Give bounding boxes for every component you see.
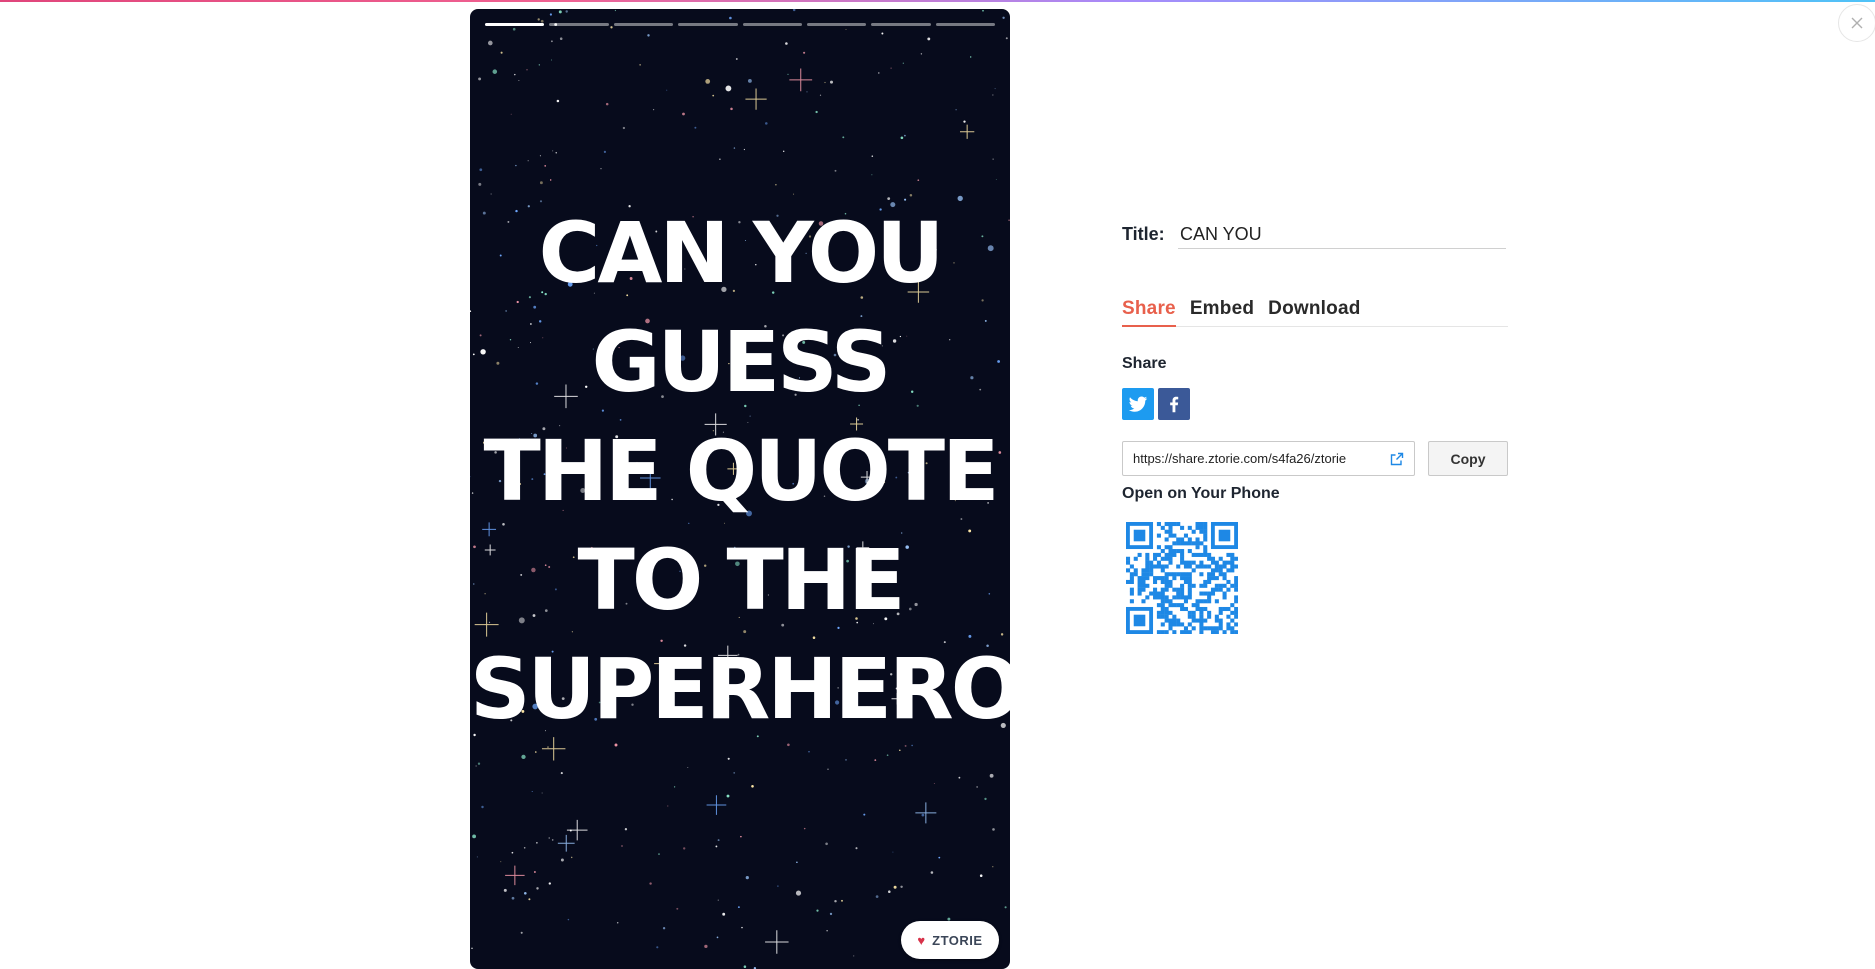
tab-embed[interactable]: Embed	[1190, 297, 1254, 327]
story-preview[interactable]: CAN YOU GUESS THE QUOTE TO THE SUPERHERO…	[470, 9, 1010, 969]
progress-segment	[549, 23, 609, 26]
story-title-line: CAN YOU	[538, 204, 945, 302]
story-title-line: GUESS	[591, 313, 892, 411]
story-title: CAN YOU GUESS THE QUOTE TO THE SUPERHERO…	[470, 199, 1010, 744]
open-on-phone-heading: Open on Your Phone	[1122, 485, 1280, 502]
story-title-line: SUPERHERO'	[470, 640, 1010, 738]
tab-share[interactable]: Share	[1122, 297, 1176, 327]
story-progress-bar	[485, 23, 995, 26]
share-heading: Share	[1122, 355, 1167, 372]
heart-icon: ♥	[917, 932, 926, 948]
progress-segment	[742, 23, 802, 26]
qr-code	[1126, 522, 1238, 634]
title-label: Title:	[1122, 224, 1165, 244]
copy-button[interactable]: Copy	[1428, 441, 1508, 476]
story-title-line: TO THE	[577, 531, 906, 629]
facebook-share-button[interactable]	[1158, 388, 1190, 420]
share-panel: Title: Share Embed Download Share https:…	[1122, 220, 1512, 634]
progress-segment	[935, 23, 995, 26]
social-buttons	[1122, 388, 1190, 420]
share-url-field[interactable]: https://share.ztorie.com/s4fa26/ztorie	[1122, 441, 1415, 476]
share-url-text[interactable]: https://share.ztorie.com/s4fa26/ztorie	[1133, 451, 1384, 466]
twitter-icon	[1128, 396, 1148, 412]
story-title-line: THE QUOTE	[483, 422, 1000, 520]
close-button[interactable]	[1838, 4, 1875, 42]
twitter-share-button[interactable]	[1122, 388, 1154, 420]
title-input[interactable]	[1178, 220, 1506, 249]
progress-segment	[806, 23, 867, 26]
tab-download[interactable]: Download	[1268, 297, 1360, 327]
progress-segment	[678, 23, 738, 26]
ztorie-badge-label: ZTORIE	[932, 932, 983, 948]
share-tabs: Share Embed Download	[1122, 297, 1508, 327]
close-icon	[1851, 17, 1863, 29]
facebook-icon	[1170, 396, 1179, 413]
progress-segment	[613, 23, 674, 26]
open-link-icon[interactable]	[1390, 452, 1404, 466]
progress-segment	[871, 23, 931, 26]
top-accent-line	[0, 0, 1875, 2]
title-row: Title:	[1122, 220, 1512, 250]
progress-segment	[485, 23, 545, 26]
ztorie-badge[interactable]: ♥ ZTORIE	[901, 921, 999, 959]
